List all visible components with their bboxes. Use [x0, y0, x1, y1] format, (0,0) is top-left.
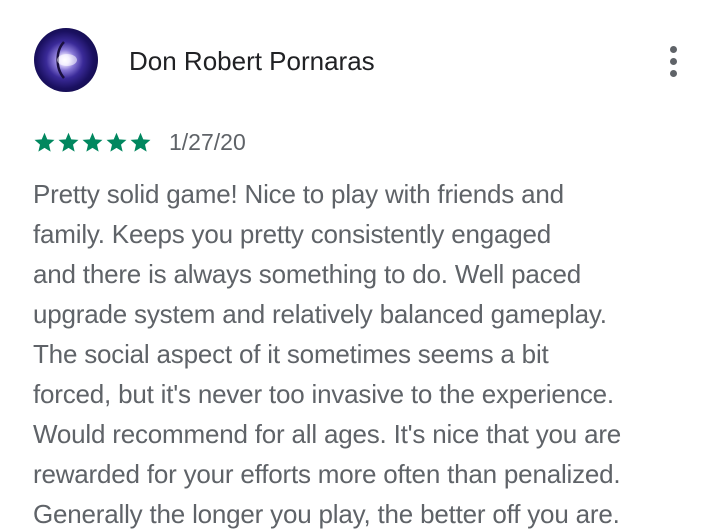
review-card: Don Robert Pornaras 1/27/20 Pretty solid…: [0, 0, 719, 529]
star-icon: [81, 131, 104, 154]
review-text-line: upgrade system and relatively balanced g…: [33, 299, 607, 329]
rating-row: 1/27/20: [33, 126, 246, 158]
review-text-line: Generally the longer you play, the bette…: [33, 499, 620, 529]
more-vert-icon-dot: [669, 57, 677, 65]
star-rating: [33, 131, 152, 154]
review-text-line: The social aspect of it sometimes seems …: [33, 339, 549, 369]
review-date: 1/27/20: [169, 129, 246, 155]
star-icon: [105, 131, 128, 154]
review-text-line: Pretty solid game! Nice to play with fri…: [33, 179, 564, 209]
avatar-image: [56, 41, 77, 79]
review-text-line: rewarded for your efforts more often tha…: [33, 459, 621, 489]
star-icon: [129, 131, 152, 154]
more-vert-icon: [669, 45, 677, 53]
avatar[interactable]: [34, 28, 98, 92]
review-text-line: family. Keeps you pretty consistently en…: [33, 219, 552, 249]
review-text-line: forced, but it's never too invasive to t…: [33, 379, 614, 409]
star-icon: [33, 131, 56, 154]
more-options-button[interactable]: [654, 38, 692, 84]
star-icon: [57, 131, 80, 154]
author-name: Don Robert Pornaras: [129, 46, 375, 76]
more-vert-icon-dot: [669, 69, 677, 77]
review-text-line: and there is always something to do. Wel…: [33, 259, 581, 289]
review-text-line: Would recommend for all ages. It's nice …: [33, 419, 622, 449]
review-text: Pretty solid game! Nice to play with fri…: [33, 174, 713, 529]
